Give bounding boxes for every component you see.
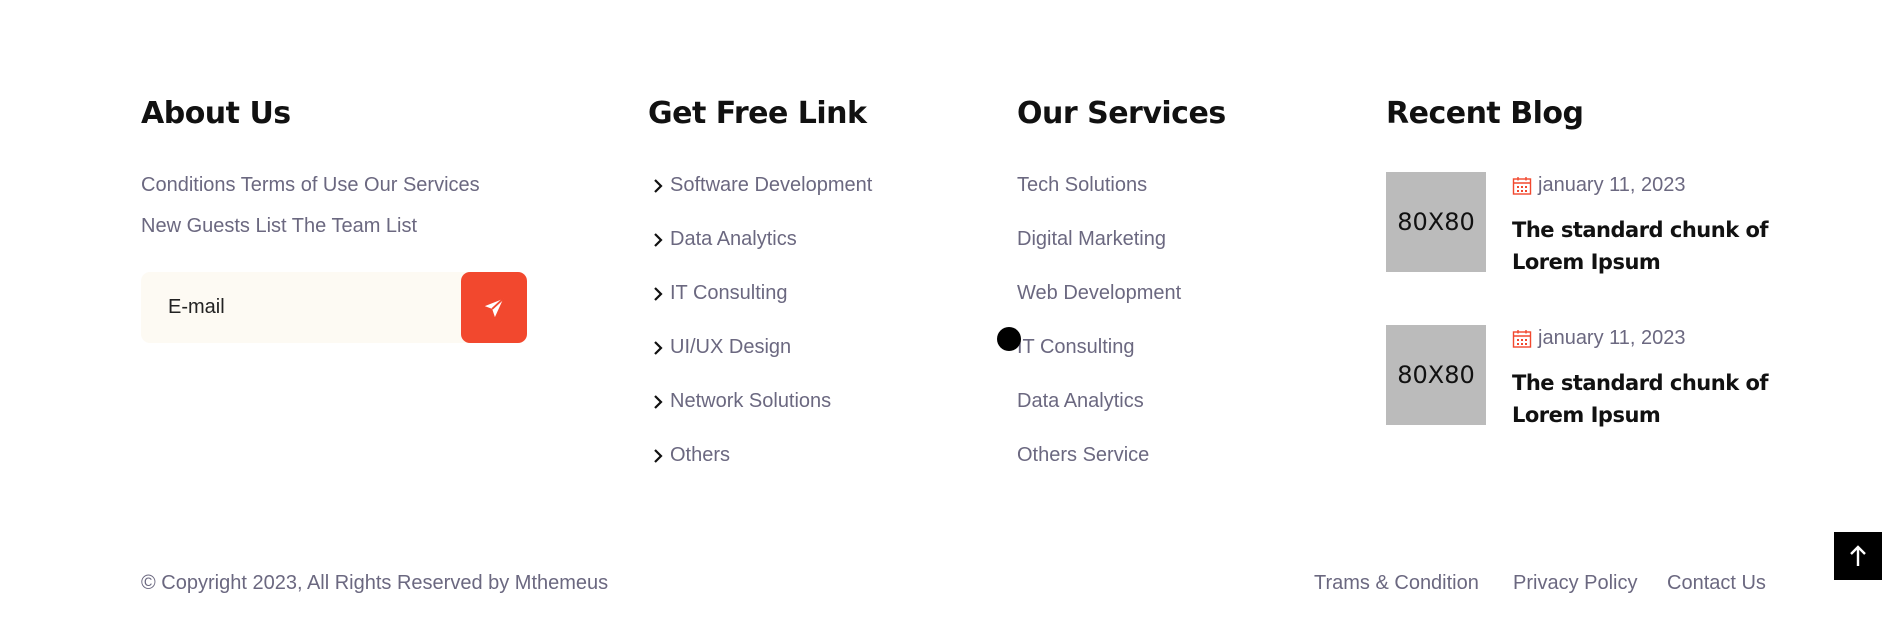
chevron-right-icon	[654, 340, 663, 355]
about-us-heading: About Us	[141, 96, 291, 131]
newsletter-form	[141, 272, 527, 343]
free-link-network-solutions[interactable]: Network Solutions	[651, 390, 831, 413]
free-link-ui-ux-design[interactable]: UI/UX Design	[651, 336, 791, 359]
calendar-icon	[1512, 329, 1532, 348]
free-link-label: Network Solutions	[670, 390, 832, 412]
blog-thumbnail[interactable]: 80X80	[1386, 325, 1486, 425]
subscribe-button[interactable]	[461, 272, 527, 343]
send-icon	[484, 297, 504, 317]
arrow-up-icon	[1850, 545, 1866, 566]
service-link-others-service[interactable]: Others Service	[1017, 444, 1149, 467]
blog-date: january 11, 2023	[1512, 174, 1686, 197]
service-link-web-development[interactable]: Web Development	[1017, 282, 1181, 305]
service-link-data-analytics[interactable]: Data Analytics	[1017, 390, 1144, 413]
free-link-it-consulting[interactable]: IT Consulting	[651, 282, 787, 305]
scroll-to-top-button[interactable]	[1834, 532, 1882, 580]
about-us-text-line-1: Conditions Terms of Use Our Services	[141, 174, 480, 196]
get-free-link-heading: Get Free Link	[648, 96, 867, 131]
free-link-label: Others	[670, 444, 731, 466]
chevron-right-icon	[654, 178, 663, 193]
mouse-cursor	[997, 327, 1021, 351]
blog-date-text: january 11, 2023	[1538, 174, 1686, 196]
copyright-text: © Copyright 2023, All Rights Reserved by…	[141, 572, 609, 594]
free-link-label: Data Analytics	[670, 228, 797, 250]
recent-blog-heading: Recent Blog	[1386, 96, 1584, 131]
blog-post-title[interactable]: The standard chunk of Lorem Ipsum	[1512, 367, 1777, 431]
free-link-data-analytics[interactable]: Data Analytics	[651, 228, 797, 251]
footer-link-terms[interactable]: Trams & Condition	[1314, 572, 1479, 595]
chevron-right-icon	[654, 232, 663, 247]
about-us-text-line-2: New Guests List The Team List	[141, 215, 418, 237]
free-link-label: IT Consulting	[670, 282, 788, 304]
service-link-digital-marketing[interactable]: Digital Marketing	[1017, 228, 1166, 251]
blog-post-title[interactable]: The standard chunk of Lorem Ipsum	[1512, 214, 1777, 278]
service-link-it-consulting[interactable]: IT Consulting	[1017, 336, 1134, 359]
footer-link-contact-us[interactable]: Contact Us	[1667, 572, 1766, 595]
free-link-others[interactable]: Others	[651, 444, 730, 467]
chevron-right-icon	[654, 286, 663, 301]
blog-date: january 11, 2023	[1512, 327, 1686, 350]
blog-thumbnail[interactable]: 80X80	[1386, 172, 1486, 272]
chevron-right-icon	[654, 448, 663, 463]
email-input[interactable]	[141, 272, 461, 343]
footer-link-privacy-policy[interactable]: Privacy Policy	[1513, 572, 1637, 595]
free-link-label: UI/UX Design	[670, 336, 792, 358]
chevron-right-icon	[654, 394, 663, 409]
blog-date-text: january 11, 2023	[1538, 327, 1686, 349]
free-link-software-development[interactable]: Software Development	[651, 174, 872, 197]
free-link-label: Software Development	[670, 174, 873, 196]
our-services-heading: Our Services	[1017, 96, 1226, 131]
calendar-icon	[1512, 176, 1532, 195]
service-link-tech-solutions[interactable]: Tech Solutions	[1017, 174, 1147, 197]
